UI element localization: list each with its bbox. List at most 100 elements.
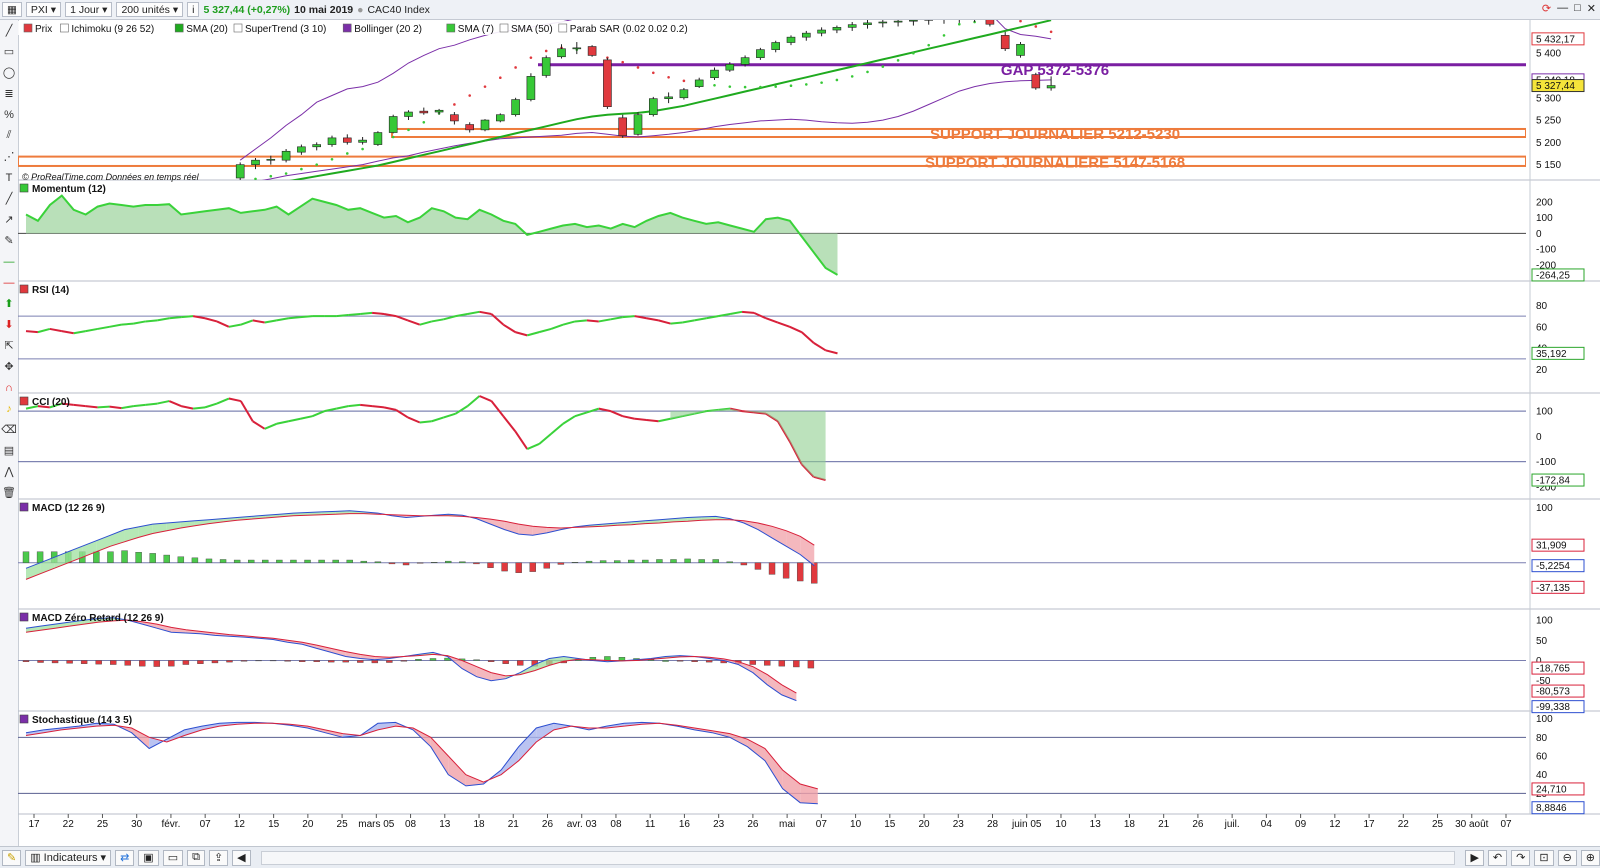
parab-sar-dot bbox=[759, 85, 762, 89]
export-icon[interactable]: ⇪ bbox=[208, 849, 229, 866]
macdzr-histogram-bar bbox=[240, 660, 248, 662]
undo-icon[interactable]: ↶ bbox=[1487, 849, 1508, 866]
momentum-axis-label: -100 bbox=[1536, 245, 1556, 256]
stoch-axis-label: 100 bbox=[1536, 714, 1553, 725]
fibonacci-tool-icon[interactable]: ≣ bbox=[0, 83, 18, 104]
pattern-tool-icon[interactable]: ⋀ bbox=[0, 461, 18, 482]
rsi-segment bbox=[360, 311, 373, 315]
rsi-segment bbox=[252, 319, 265, 324]
rsi-segment bbox=[431, 318, 444, 323]
layout-icon[interactable]: ▣ bbox=[138, 849, 159, 866]
chart-area[interactable]: GAP 5372-5376 SUPPORT JOURNALIER 5212-523… bbox=[18, 20, 1600, 846]
scroll-right-icon[interactable]: ▶ bbox=[1465, 849, 1484, 866]
trash-icon[interactable]: 🗑 bbox=[0, 482, 18, 503]
channel-tool-icon[interactable]: ⫽ bbox=[0, 125, 18, 146]
app-icon[interactable]: ▦ bbox=[2, 2, 22, 17]
arrow-tool-icon[interactable]: ↗ bbox=[0, 209, 18, 230]
eraser-tool-icon[interactable]: ⌫ bbox=[0, 419, 18, 440]
zoom-out-icon[interactable]: ⊖ bbox=[1557, 849, 1577, 866]
parab-sar-dot bbox=[850, 75, 854, 78]
candle bbox=[847, 24, 857, 28]
minimize-icon[interactable]: — bbox=[1557, 2, 1568, 15]
stoch-axis-label: 60 bbox=[1536, 752, 1548, 763]
candle bbox=[541, 57, 551, 76]
pencil-tool-icon[interactable]: ✎ bbox=[0, 230, 18, 251]
macd-histogram-bar bbox=[388, 562, 396, 565]
time-tick-label: 25 bbox=[337, 819, 349, 830]
parab-sar-dot bbox=[361, 147, 364, 151]
indicators-button[interactable]: ▥ Indicateurs ▾ bbox=[25, 849, 112, 866]
ellipse-tool-icon[interactable]: ◯ bbox=[0, 62, 18, 83]
support-label: SUPPORT JOURNALIERE 5147-5168 bbox=[925, 154, 1185, 171]
macdzr-histogram-bar bbox=[95, 660, 102, 665]
rsi-segment bbox=[586, 319, 599, 323]
macd-histogram-bar bbox=[135, 552, 142, 563]
ray-tool-icon[interactable]: ╱ bbox=[0, 188, 18, 209]
units-select[interactable]: 200 unités ▾ bbox=[116, 2, 184, 17]
alert-bell-icon[interactable]: ♪ bbox=[0, 398, 18, 419]
stoch-axis-label: 80 bbox=[1536, 733, 1548, 744]
text-tool-icon[interactable]: T bbox=[0, 167, 18, 188]
indicator-panels[interactable] bbox=[18, 194, 1526, 805]
macd-histogram-bar bbox=[796, 562, 804, 582]
candle bbox=[817, 29, 826, 34]
macd-histogram-bar bbox=[360, 560, 368, 563]
symbol-select[interactable]: PXI ▾ bbox=[25, 2, 62, 17]
candle bbox=[633, 114, 643, 135]
pointer-tool-icon[interactable]: ⇱ bbox=[0, 335, 18, 356]
macdzr-cloud bbox=[462, 660, 477, 677]
refresh-icon[interactable]: ⟳ bbox=[1542, 2, 1551, 15]
scroll-left-icon[interactable]: ◀ bbox=[232, 849, 251, 866]
share-icon[interactable]: ⇄ bbox=[115, 849, 135, 866]
sell-arrow-icon[interactable]: ⬇ bbox=[0, 314, 18, 335]
maximize-icon[interactable]: □ bbox=[1574, 2, 1581, 15]
time-scrollbar[interactable] bbox=[260, 850, 1456, 865]
cci-segment bbox=[168, 400, 182, 408]
close-icon[interactable]: ✕ bbox=[1587, 2, 1596, 15]
rsi-segment bbox=[407, 319, 421, 326]
cci-segment bbox=[145, 402, 158, 406]
legend-swatch bbox=[233, 23, 243, 33]
cci-title: CCI (20) bbox=[32, 397, 70, 408]
buy-arrow-icon[interactable]: ⬆ bbox=[0, 293, 18, 314]
rectangle-tool-icon[interactable]: ▭ bbox=[0, 41, 18, 62]
redo-icon[interactable]: ↷ bbox=[1511, 849, 1531, 866]
parab-sar-dot bbox=[667, 75, 670, 79]
line-tool-icon[interactable]: ╱ bbox=[0, 20, 18, 41]
fan-tool-icon[interactable]: ⋰ bbox=[0, 146, 18, 167]
candle bbox=[603, 59, 612, 107]
macdzr-histogram-bar bbox=[502, 660, 509, 664]
zoom-fit-icon[interactable]: ⊡ bbox=[1534, 849, 1554, 866]
stoch-cloud bbox=[430, 737, 449, 775]
percent-tool-icon[interactable]: % bbox=[0, 104, 18, 125]
document-icon[interactable]: ▤ bbox=[0, 440, 18, 461]
rsi-segment bbox=[121, 322, 134, 326]
window-icon[interactable]: ⧉ bbox=[187, 849, 205, 866]
status-dot-icon: ● bbox=[357, 3, 364, 16]
horizontal-line-red-icon[interactable]: — bbox=[0, 272, 18, 293]
legends: © ProRealTime.com Données en temps réel … bbox=[18, 21, 688, 726]
zoom-in-icon[interactable]: ⊕ bbox=[1580, 849, 1600, 866]
time-tick-label: 25 bbox=[97, 819, 109, 830]
time-tick-label: 07 bbox=[1500, 819, 1512, 830]
stoch-cloud bbox=[729, 733, 748, 747]
timeframe-select[interactable]: 1 Jour ▾ bbox=[65, 2, 113, 17]
rsi-segment bbox=[622, 315, 635, 319]
price-axis-label: 5 300 bbox=[1536, 93, 1561, 104]
candle bbox=[679, 89, 689, 99]
pen-icon[interactable]: ✎ bbox=[2, 849, 22, 866]
rsi-segment bbox=[395, 315, 409, 322]
move-tool-icon[interactable]: ✥ bbox=[0, 356, 18, 377]
magnet-icon[interactable]: ∩ bbox=[0, 377, 18, 398]
macd-histogram-bar bbox=[628, 559, 635, 563]
rsi-axis-label: 20 bbox=[1536, 365, 1548, 376]
cci-segment bbox=[300, 415, 313, 420]
info-icon[interactable]: i bbox=[187, 2, 200, 17]
rsi-segment bbox=[109, 323, 122, 328]
price-panel[interactable]: GAP 5372-5376 SUPPORT JOURNALIER 5212-523… bbox=[18, 20, 1526, 189]
candle bbox=[358, 139, 367, 143]
gap-label: GAP 5372-5376 bbox=[1001, 62, 1109, 79]
horizontal-line-green-icon[interactable]: — bbox=[0, 251, 18, 272]
chat-icon[interactable]: ▭ bbox=[162, 849, 184, 866]
time-tick-label: juin 05 bbox=[1011, 819, 1042, 830]
